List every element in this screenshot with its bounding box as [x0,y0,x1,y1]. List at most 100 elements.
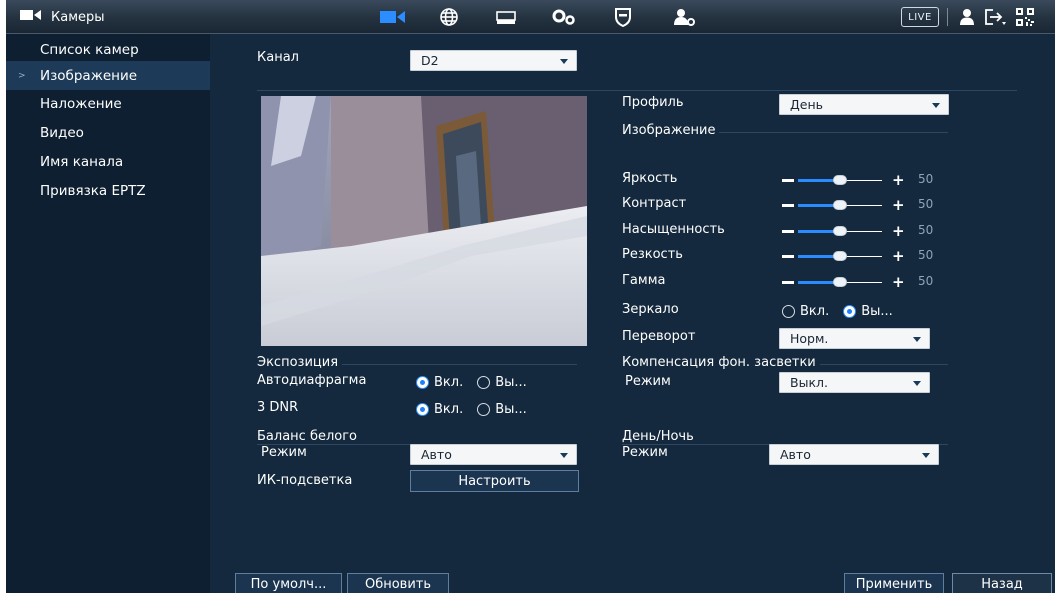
day-night-mode-value: Авто [780,447,811,462]
sidebar-item-channel-name[interactable]: Имя канала [6,147,210,176]
sharpness-label: Резкость [622,247,683,262]
sidebar-item-label: Имя канала [40,153,124,170]
auto-iris-label: Автодиафрагма [257,373,367,388]
slider-knob[interactable] [833,277,847,287]
contrast-value: 50 [918,197,934,211]
radio-icon[interactable] [477,375,491,389]
day-night-mode-label: Режим [622,445,668,460]
qr-code-icon[interactable] [1014,6,1036,28]
option-label: Вкл. [434,374,464,390]
option-label: Вы... [861,303,893,319]
sharpness-value: 50 [918,248,934,262]
profile-label: Профиль [622,95,684,110]
sharpness-slider[interactable]: +50 [782,246,952,266]
option-label: Вы... [495,401,527,417]
chevron-down-icon [913,381,921,386]
slider-knob[interactable] [833,175,847,185]
camera-preview [261,96,587,346]
gamma-slider[interactable]: +50 [782,272,952,292]
chevron-down-icon [913,337,921,342]
sidebar-item-eptz[interactable]: Привязка EPTZ [6,176,210,205]
plus-icon[interactable]: + [892,249,905,264]
ir-light-label: ИК-подсветка [257,473,353,488]
radio-icon[interactable] [416,375,429,389]
minus-icon[interactable] [782,204,794,207]
saturation-value: 50 [918,223,934,237]
white-balance-mode-value: Авто [421,447,452,462]
dnr-on-option[interactable]: Вкл. [416,402,463,417]
image-section-title: Изображение [622,123,720,138]
day-night-mode-select[interactable]: Авто [769,444,939,465]
slider-knob[interactable] [833,251,847,261]
apply-button[interactable]: Применить [844,573,944,593]
exposure-section-title: Экспозиция [257,355,343,370]
mirror-radio-group: Вкл. Вы... [782,302,907,320]
default-button[interactable]: По умолч... [235,573,342,593]
backlight-mode-select[interactable]: Выкл. [779,372,930,393]
option-label: Вкл. [434,401,464,417]
main-content: Канал D2 Профиль День Изображение Яркост… [210,34,1055,593]
mirror-off-option[interactable]: Вы... [843,304,893,319]
radio-icon[interactable] [477,402,491,416]
radio-icon[interactable] [843,304,857,318]
backlight-section-title: Компенсация фон. засветки [622,355,820,370]
radio-icon[interactable] [782,304,795,318]
dnr-off-option[interactable]: Вы... [477,402,527,417]
chevron-right-icon: > [18,70,26,81]
sidebar-item-camera-list[interactable]: Список камер [6,35,210,64]
brightness-label: Яркость [622,171,678,186]
radio-icon[interactable] [416,402,429,416]
saturation-slider[interactable]: +50 [782,221,952,241]
white-balance-mode-label: Режим [261,445,307,460]
minus-icon[interactable] [782,281,794,284]
mirror-on-option[interactable]: Вкл. [782,304,829,319]
sidebar-item-label: Видео [40,124,84,141]
top-divider [947,8,948,26]
divider [257,90,1017,91]
settings-icon[interactable] [551,6,577,28]
video-camera-icon [20,9,42,25]
account-icon[interactable] [671,6,697,28]
back-button[interactable]: Назад [952,573,1052,593]
plus-icon[interactable]: + [892,275,905,290]
brightness-slider[interactable]: +50 [782,170,952,190]
plus-icon[interactable]: + [892,224,905,239]
minus-icon[interactable] [782,179,794,182]
sidebar: Список камер > Изображение Наложение Виде… [6,34,210,593]
channel-select[interactable]: D2 [410,50,577,71]
sidebar-item-image[interactable]: > Изображение [6,61,210,90]
auto-iris-off-option[interactable]: Вы... [477,375,527,390]
minus-icon[interactable] [782,255,794,258]
contrast-slider[interactable]: +50 [782,195,952,215]
white-balance-section-title: Баланс белого [257,429,362,444]
ir-configure-button[interactable]: Настроить [410,470,579,492]
sidebar-item-label: Список камер [40,41,139,58]
plus-icon[interactable]: + [892,198,905,213]
profile-select[interactable]: День [779,94,949,115]
mirror-label: Зеркало [622,302,679,317]
sidebar-item-video[interactable]: Видео [6,118,210,147]
minus-icon[interactable] [782,230,794,233]
sidebar-item-overlay[interactable]: Наложение [6,89,210,118]
storage-icon[interactable] [495,6,517,28]
channel-label: Канал [257,50,299,65]
logout-icon[interactable] [983,6,1007,28]
security-icon[interactable] [612,6,634,28]
user-icon[interactable] [957,6,977,28]
chevron-down-icon [922,453,930,458]
plus-icon[interactable]: + [892,173,905,188]
camera-icon[interactable] [380,6,406,28]
day-night-section-title: День/Ночь [622,429,698,444]
slider-knob[interactable] [833,200,847,210]
network-icon[interactable] [438,6,460,28]
auto-iris-on-option[interactable]: Вкл. [416,375,463,390]
refresh-button[interactable]: Обновить [347,573,449,593]
saturation-label: Насыщенность [622,222,725,237]
white-balance-mode-select[interactable]: Авто [410,444,577,465]
profile-value: День [790,97,823,112]
flip-select[interactable]: Норм. [779,328,930,349]
slider-knob[interactable] [833,226,847,236]
live-button[interactable]: LIVE [901,7,939,27]
backlight-mode-label: Режим [625,374,671,389]
sidebar-item-label: Наложение [40,95,122,112]
